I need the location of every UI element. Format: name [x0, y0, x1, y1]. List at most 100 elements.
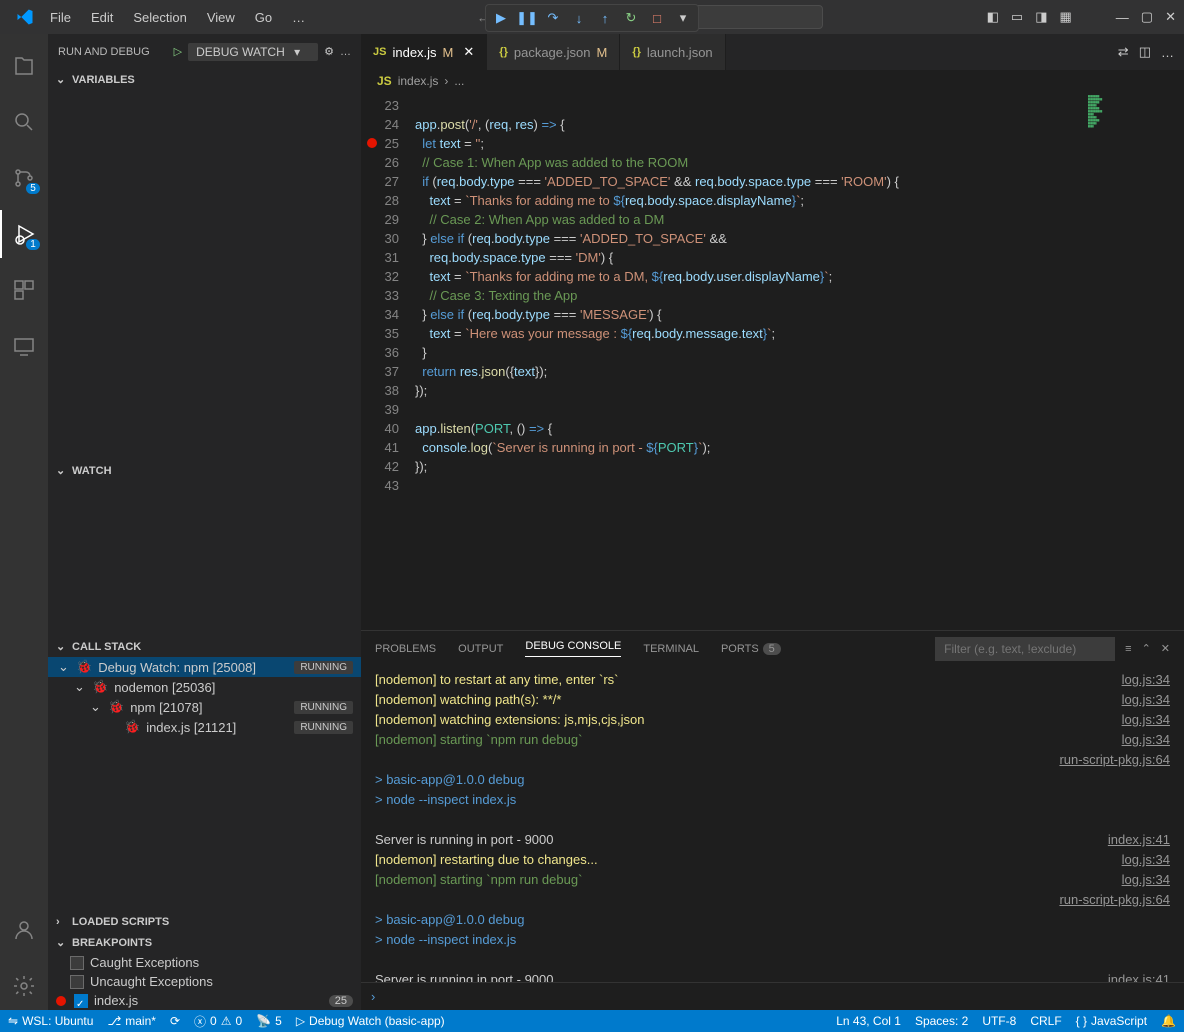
indent-status[interactable]: Spaces: 2 [915, 1014, 968, 1028]
scm-icon[interactable]: 5 [0, 154, 48, 202]
callstack-item[interactable]: 🐞index.js [21121]RUNNING [48, 717, 361, 737]
panel-tab-debug-console[interactable]: DEBUG CONSOLE [525, 640, 621, 657]
source-link[interactable]: run-script-pkg.js:64 [1059, 890, 1170, 910]
source-link[interactable]: index.js:41 [1108, 830, 1170, 850]
checkbox[interactable] [70, 956, 84, 970]
bug-icon: 🐞 [108, 699, 124, 715]
layout-side-icon[interactable]: ◨ [1035, 9, 1047, 25]
menu-file[interactable]: File [42, 6, 79, 29]
branch-status[interactable]: ⎇main* [107, 1014, 156, 1028]
menu-selection[interactable]: Selection [125, 6, 194, 29]
remote-explorer-icon[interactable] [0, 322, 48, 370]
callstack-item[interactable]: ⌄🐞npm [21078]RUNNING [48, 697, 361, 717]
debug-console-output[interactable]: [nodemon] to restart at any time, enter … [361, 666, 1184, 982]
panel-tab-ports[interactable]: PORTS5 [721, 643, 781, 655]
menu-go[interactable]: Go [247, 6, 280, 29]
checkbox[interactable]: ✓ [74, 994, 88, 1008]
source-link[interactable]: log.js:34 [1122, 690, 1170, 710]
explorer-icon[interactable] [0, 42, 48, 90]
debug-restart-icon[interactable]: ↻ [619, 8, 643, 28]
tab-package-json[interactable]: {}package.jsonM [487, 34, 620, 70]
source-link[interactable]: log.js:34 [1122, 870, 1170, 890]
loaded-scripts-header[interactable]: ›LOADED SCRIPTS [48, 912, 361, 932]
ports-status[interactable]: 📡5 [256, 1014, 282, 1028]
menu-edit[interactable]: Edit [83, 6, 121, 29]
source-link[interactable]: log.js:34 [1122, 710, 1170, 730]
breadcrumb[interactable]: JS index.js › ... [361, 70, 1184, 92]
split-editor-icon[interactable]: ◫ [1139, 44, 1151, 60]
source-link[interactable]: log.js:34 [1122, 670, 1170, 690]
gear-icon[interactable]: ⚙ [324, 45, 334, 58]
branch-icon: ⎇ [107, 1014, 121, 1028]
checkbox[interactable] [70, 975, 84, 989]
source-link[interactable]: log.js:34 [1122, 730, 1170, 750]
extensions-icon[interactable] [0, 266, 48, 314]
notifications-icon[interactable]: 🔔 [1161, 1014, 1176, 1028]
variables-header[interactable]: ⌄VARIABLES [48, 69, 361, 90]
account-icon[interactable] [0, 906, 48, 954]
search-icon[interactable] [0, 98, 48, 146]
sync-status[interactable]: ⟳ [170, 1014, 180, 1028]
tab-index-js[interactable]: JSindex.jsM✕ [361, 34, 487, 70]
debug-step-over-icon[interactable]: ↷ [541, 8, 565, 28]
panel-tab-problems[interactable]: PROBLEMS [375, 643, 436, 655]
debug-step-into-icon[interactable]: ↓ [567, 8, 591, 28]
maximize-icon[interactable]: ▢ [1141, 9, 1153, 25]
panel-tab-output[interactable]: OUTPUT [458, 643, 503, 655]
breakpoints-header[interactable]: ⌄BREAKPOINTS [48, 932, 361, 953]
callstack-item[interactable]: ⌄🐞Debug Watch: npm [25008]RUNNING [48, 657, 361, 677]
language-status[interactable]: { } JavaScript [1076, 1014, 1147, 1028]
debug-config-select[interactable]: Debug Watch ▾ [188, 43, 318, 61]
file-icon: {} [499, 46, 508, 58]
console-line: > node --inspect index.js [375, 930, 1170, 950]
problems-status[interactable]: ⓧ0 ⚠0 [194, 1013, 242, 1030]
eol-status[interactable]: CRLF [1030, 1014, 1061, 1028]
debug-status[interactable]: ▷Debug Watch (basic-app) [296, 1014, 445, 1028]
close-icon[interactable]: ✕ [1165, 9, 1176, 25]
callstack-header[interactable]: ⌄CALL STACK [48, 636, 361, 657]
tab-launch-json[interactable]: {}launch.json [620, 34, 725, 70]
layout-primary-icon[interactable]: ◧ [987, 9, 999, 25]
remote-status[interactable]: ⇋WSL: Ubuntu [8, 1014, 93, 1028]
breakpoint-item[interactable]: Caught Exceptions [48, 953, 361, 972]
more-icon[interactable]: … [1161, 45, 1174, 60]
debug-icon[interactable]: 1 [0, 210, 48, 258]
menu-…[interactable]: … [284, 6, 313, 29]
minimize-icon[interactable]: — [1116, 10, 1129, 25]
settings-gear-icon[interactable] [0, 962, 48, 1010]
line-gutter[interactable]: 2324252627282930313233343536373839404142… [361, 92, 415, 630]
encoding-status[interactable]: UTF-8 [982, 1014, 1016, 1028]
chevron-up-icon[interactable]: ⌃ [1142, 642, 1151, 655]
layout-customize-icon[interactable]: ▦ [1060, 9, 1072, 25]
chevron-down-icon[interactable]: ▾ [671, 8, 695, 28]
debug-stop-icon[interactable]: □ [645, 8, 669, 28]
debug-pause-icon[interactable]: ❚❚ [515, 8, 539, 28]
more-icon[interactable]: … [340, 46, 351, 58]
debug-continue-icon[interactable]: ▶ [489, 8, 513, 28]
code-editor[interactable]: app.post('/', (req, res) => { let text =… [415, 92, 1084, 630]
console-filter-input[interactable] [935, 637, 1115, 661]
source-link[interactable]: log.js:34 [1122, 850, 1170, 870]
menu-view[interactable]: View [199, 6, 243, 29]
close-tab-icon[interactable]: ✕ [463, 44, 474, 60]
breakpoint-item[interactable]: ✓index.js25 [48, 991, 361, 1010]
source-link[interactable]: run-script-pkg.js:64 [1059, 750, 1170, 770]
clear-console-icon[interactable]: ≡ [1125, 643, 1131, 655]
compare-changes-icon[interactable]: ⇄ [1118, 44, 1129, 60]
minimap[interactable]: ████████████████████████████████████████… [1084, 92, 1184, 630]
layout-panel-icon[interactable]: ▭ [1011, 9, 1023, 25]
console-prompt-icon[interactable]: › [371, 989, 375, 1004]
callstack-item[interactable]: ⌄🐞nodemon [25036] [48, 677, 361, 697]
close-panel-icon[interactable]: ✕ [1161, 642, 1170, 655]
source-link[interactable]: index.js:41 [1108, 970, 1170, 982]
watch-header[interactable]: ⌄WATCH [48, 460, 361, 481]
panel-tab-terminal[interactable]: TERMINAL [643, 643, 699, 655]
chevron-down-icon: ⌄ [56, 640, 68, 653]
bug-icon: 🐞 [124, 719, 140, 735]
start-debug-icon[interactable]: ▷ [174, 45, 182, 58]
breakpoint-item[interactable]: Uncaught Exceptions [48, 972, 361, 991]
debug-step-out-icon[interactable]: ↑ [593, 8, 617, 28]
cursor-position[interactable]: Ln 43, Col 1 [836, 1014, 901, 1028]
chevron-down-icon: ⌄ [56, 73, 68, 86]
radio-icon: 📡 [256, 1014, 271, 1028]
